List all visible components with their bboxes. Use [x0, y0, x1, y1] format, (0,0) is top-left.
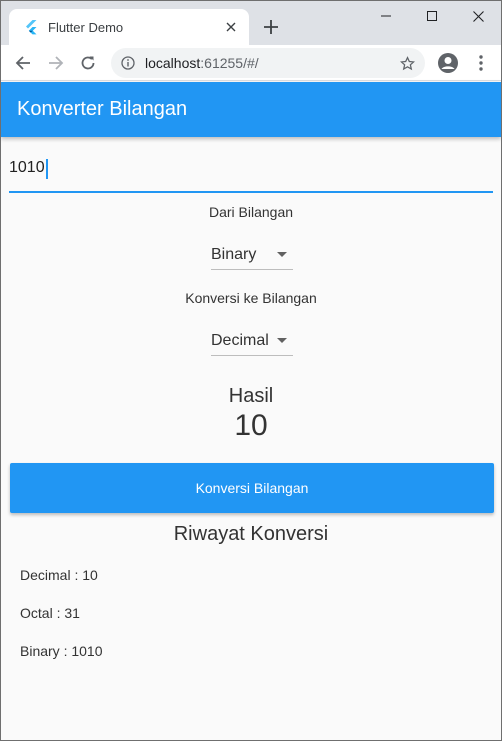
back-arrow-icon[interactable]: [9, 49, 37, 77]
browser-window: Flutter Demo localhost:61255/#/ Konverte…: [0, 0, 502, 741]
tab-strip: Flutter Demo: [1, 1, 501, 45]
url-path: :61255/#/: [200, 55, 259, 71]
to-dropdown[interactable]: Decimal: [211, 326, 293, 356]
flutter-logo-icon: [23, 19, 39, 35]
number-input-field[interactable]: [9, 155, 493, 193]
forward-arrow-icon[interactable]: [42, 49, 70, 77]
menu-kebab-icon[interactable]: [467, 49, 495, 77]
close-window-icon[interactable]: [455, 1, 501, 31]
history-title: Riwayat Konversi: [173, 523, 329, 545]
number-input[interactable]: [9, 159, 493, 177]
browser-toolbar: localhost:61255/#/: [1, 45, 501, 81]
bookmark-star-icon[interactable]: [393, 49, 421, 77]
url-host: localhost: [145, 55, 201, 71]
browser-tab[interactable]: Flutter Demo: [9, 9, 249, 45]
profile-avatar-icon[interactable]: [434, 49, 462, 77]
history-item: Octal : 31: [20, 605, 80, 621]
url-text: localhost:61255/#/: [145, 55, 393, 71]
maximize-icon[interactable]: [409, 1, 455, 31]
dropdown-arrow-icon: [277, 338, 287, 343]
info-icon[interactable]: [120, 55, 136, 71]
text-caret: [46, 159, 48, 179]
convert-button[interactable]: Konversi Bilangan: [10, 463, 494, 513]
result-label: Hasil: [228, 385, 274, 407]
history-item: Decimal : 10: [20, 567, 98, 583]
reload-icon[interactable]: [74, 49, 102, 77]
history-item: Binary : 1010: [20, 643, 103, 659]
app-bar: Konverter Bilangan: [1, 82, 501, 137]
address-bar[interactable]: localhost:61255/#/: [111, 48, 425, 78]
tab-title: Flutter Demo: [48, 19, 124, 35]
to-label: Konversi ke Bilangan: [185, 290, 317, 306]
tab-close-icon[interactable]: [219, 15, 243, 39]
result-value: 10: [234, 409, 268, 442]
to-dropdown-value: Decimal: [211, 331, 269, 349]
dropdown-arrow-icon: [277, 252, 287, 257]
new-tab-icon[interactable]: [259, 15, 283, 39]
from-dropdown-value: Binary: [211, 245, 257, 263]
app-title: Konverter Bilangan: [17, 98, 188, 120]
from-dropdown[interactable]: Binary: [211, 240, 293, 270]
app-content: Dari Bilangan Binary Konversi ke Bilanga…: [1, 137, 501, 740]
minimize-icon[interactable]: [363, 1, 409, 31]
from-label: Dari Bilangan: [208, 204, 294, 220]
